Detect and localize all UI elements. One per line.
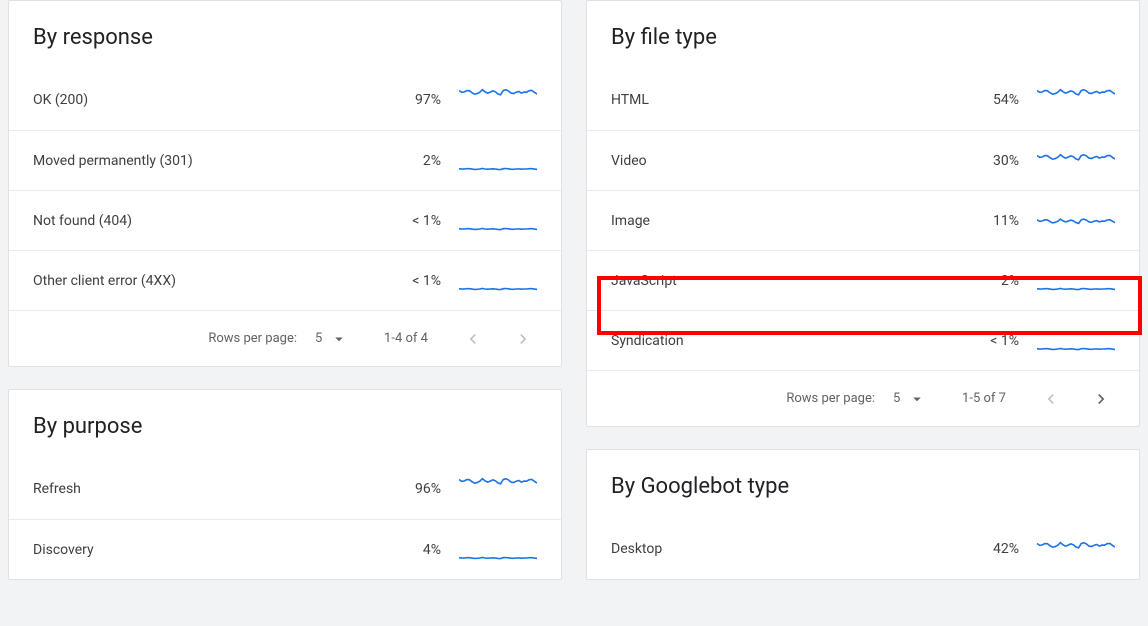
row-percent: 11% [959, 213, 1019, 229]
row-label: Other client error (4XX) [33, 273, 381, 289]
sparkline [459, 267, 537, 295]
rows-per-page-label: Rows per page: [208, 331, 297, 346]
sparkline [1037, 327, 1115, 355]
card-title: By Googlebot type [587, 450, 1139, 519]
dropdown-icon [330, 330, 348, 348]
page-range: 1-4 of 4 [373, 331, 439, 346]
table-row[interactable]: Moved permanently (301)2% [9, 130, 561, 190]
sparkline [459, 86, 537, 114]
page-right-button[interactable] [1085, 383, 1117, 415]
table-row[interactable]: HTML54% [587, 70, 1139, 130]
page-left-button [457, 323, 489, 355]
row-label: Not found (404) [33, 213, 381, 229]
row-label: Image [611, 213, 959, 229]
sparkline [459, 147, 537, 175]
row-percent: 2% [959, 273, 1019, 289]
row-percent: 30% [959, 153, 1019, 169]
table-row[interactable]: Desktop42% [587, 519, 1139, 579]
card-by_response: By responseOK (200)97%Moved permanently … [8, 0, 562, 367]
page-left-button [1035, 383, 1067, 415]
pager: Rows per page: 5 1-4 of 4 [9, 310, 561, 366]
sparkline [1037, 86, 1115, 114]
dropdown-icon [908, 390, 926, 408]
card-by_googlebot_type: By Googlebot typeDesktop42% [586, 449, 1140, 580]
rows-per-page-select[interactable]: 5 [315, 330, 355, 348]
table-row[interactable]: Image11% [587, 190, 1139, 250]
table-row[interactable]: Refresh96% [9, 459, 561, 519]
sparkline [459, 475, 537, 503]
row-label: JavaScript [611, 273, 959, 289]
row-label: Moved permanently (301) [33, 153, 381, 169]
card-title: By response [9, 1, 561, 70]
card-title: By file type [587, 1, 1139, 70]
table-row[interactable]: Syndication< 1% [587, 310, 1139, 370]
table-row[interactable]: Discovery4% [9, 519, 561, 579]
row-label: OK (200) [33, 92, 381, 108]
page-range: 1-5 of 7 [951, 391, 1017, 406]
row-label: Discovery [33, 542, 381, 558]
row-percent: 97% [381, 92, 441, 108]
sparkline [1037, 207, 1115, 235]
pager: Rows per page: 5 1-5 of 7 [587, 370, 1139, 426]
card-title: By purpose [9, 390, 561, 459]
row-label: Desktop [611, 541, 959, 557]
row-label: HTML [611, 92, 959, 108]
row-percent: 42% [959, 541, 1019, 557]
page-right-button [507, 323, 539, 355]
table-row[interactable]: Video30% [587, 130, 1139, 190]
row-label: Video [611, 153, 959, 169]
row-percent: < 1% [381, 273, 441, 289]
sparkline [1037, 535, 1115, 563]
table-row[interactable]: JavaScript2% [587, 250, 1139, 310]
row-percent: < 1% [381, 213, 441, 229]
card-by_purpose: By purposeRefresh96%Discovery4% [8, 389, 562, 580]
row-label: Refresh [33, 481, 381, 497]
row-percent: 4% [381, 542, 441, 558]
card-by_file_type: By file typeHTML54%Video30%Image11%JavaS… [586, 0, 1140, 427]
table-row[interactable]: OK (200)97% [9, 70, 561, 130]
rows-per-page-select[interactable]: 5 [893, 390, 933, 408]
row-percent: 2% [381, 153, 441, 169]
row-percent: 96% [381, 481, 441, 497]
sparkline [459, 207, 537, 235]
row-label: Syndication [611, 333, 959, 349]
table-row[interactable]: Other client error (4XX)< 1% [9, 250, 561, 310]
row-percent: 54% [959, 92, 1019, 108]
sparkline [1037, 147, 1115, 175]
sparkline [459, 536, 537, 564]
rows-per-page-label: Rows per page: [786, 391, 875, 406]
table-row[interactable]: Not found (404)< 1% [9, 190, 561, 250]
row-percent: < 1% [959, 333, 1019, 349]
sparkline [1037, 267, 1115, 295]
